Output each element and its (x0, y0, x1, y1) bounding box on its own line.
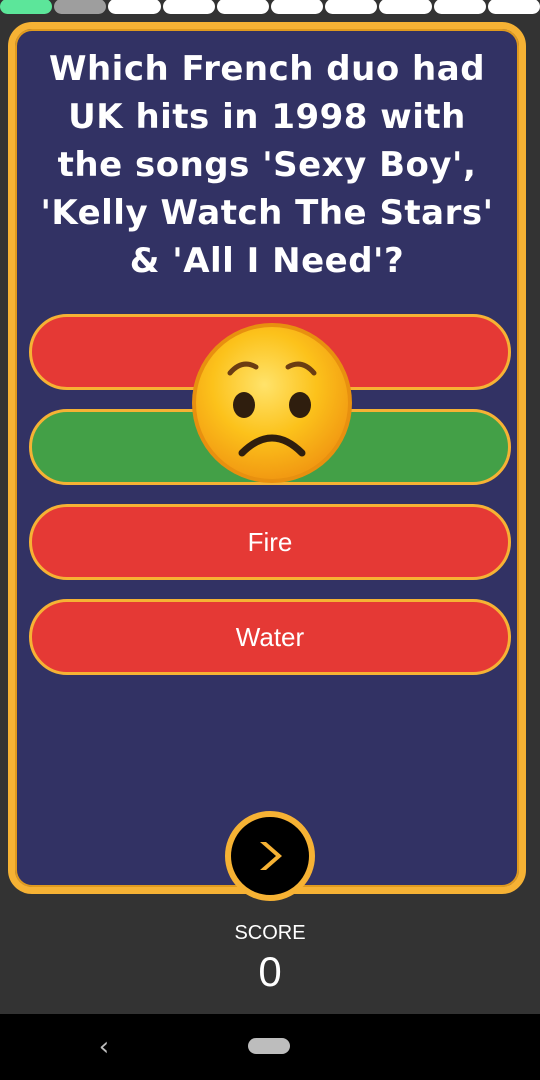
progress-segment-3 (108, 0, 161, 14)
chevron-right-icon (260, 842, 282, 870)
progress-segment-2 (54, 0, 107, 14)
system-navigation-bar: ‹ (0, 1014, 540, 1080)
progress-segment-4 (162, 0, 215, 14)
next-question-button[interactable] (225, 811, 315, 901)
answer-option-3[interactable]: Fire (29, 504, 511, 580)
progress-segment-7 (325, 0, 378, 14)
home-pill-icon[interactable] (248, 1038, 290, 1054)
question-card: Which French duo had UK hits in 1998 wit… (8, 22, 526, 901)
answer-option-1[interactable] (29, 314, 511, 390)
answer-option-4[interactable]: Water (29, 599, 511, 675)
back-chevron-icon[interactable]: ‹ (92, 1032, 116, 1062)
progress-segment-5 (216, 0, 270, 14)
score-label: SCORE (234, 922, 306, 944)
progress-segment-1 (0, 0, 53, 14)
answer-option-2[interactable] (29, 409, 511, 485)
progress-segment-9 (433, 0, 486, 14)
question-progress-bar (0, 0, 540, 15)
question-text: Which French duo had UK hits in 1998 wit… (40, 49, 494, 281)
progress-segment-8 (379, 0, 432, 14)
progress-segment-10 (487, 0, 540, 14)
progress-segment-6 (271, 0, 324, 14)
score-value: 0 (258, 948, 282, 995)
